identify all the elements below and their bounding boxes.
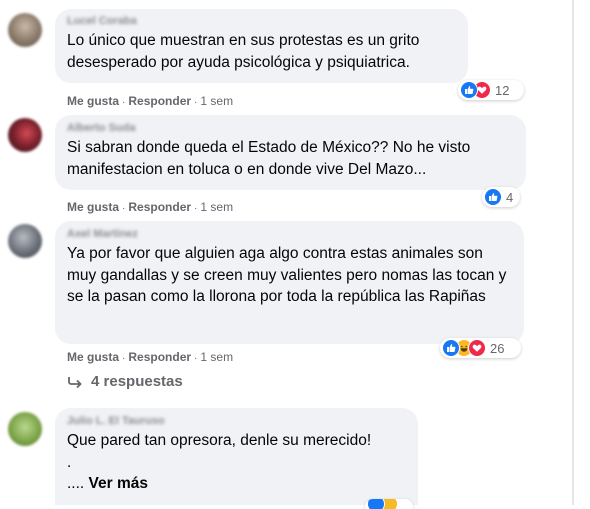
like-icon bbox=[484, 188, 502, 206]
reply-link[interactable]: Responder bbox=[128, 94, 191, 108]
reply-arrow-icon bbox=[68, 376, 82, 388]
reply-link[interactable]: Responder bbox=[128, 350, 191, 364]
love-icon bbox=[468, 339, 486, 357]
like-icon bbox=[367, 499, 385, 509]
reactions-summary[interactable]: 4 bbox=[482, 187, 520, 207]
avatar[interactable] bbox=[8, 13, 42, 47]
separator-dot: · bbox=[194, 97, 198, 108]
ellipsis-text: .... bbox=[67, 475, 85, 492]
reactions-summary[interactable]: 26 bbox=[440, 338, 521, 358]
replies-count-label: 4 respuestas bbox=[91, 373, 183, 390]
reactions-summary[interactable] bbox=[365, 499, 413, 509]
separator-dot: · bbox=[194, 203, 198, 214]
avatar[interactable] bbox=[8, 412, 42, 446]
comment-author[interactable]: Axel Martinez bbox=[67, 228, 512, 241]
like-link[interactable]: Me gusta bbox=[67, 350, 119, 364]
like-link[interactable]: Me gusta bbox=[67, 94, 119, 108]
see-more-link[interactable]: Ver más bbox=[89, 475, 148, 492]
comment-author[interactable]: Alberto Suda bbox=[67, 122, 514, 135]
timestamp[interactable]: 1 sem bbox=[200, 350, 233, 364]
comment-bubble: Axel Martinez Ya por favor que alguien a… bbox=[55, 221, 524, 344]
like-icon bbox=[460, 81, 478, 99]
separator-dot: · bbox=[194, 353, 198, 364]
separator-dot: · bbox=[122, 203, 126, 214]
comment-actions: Me gusta · Responder · 1 sem bbox=[67, 350, 233, 364]
comment-author[interactable]: Julio L. El Tauruso bbox=[67, 415, 406, 428]
comment-text-line: Que pared tan opresora, denle su merecid… bbox=[67, 432, 372, 449]
avatar[interactable] bbox=[8, 224, 42, 258]
comment-author[interactable]: Lucel Coraba bbox=[67, 15, 456, 28]
comment-text: Lo único que muestran en sus protestas e… bbox=[67, 32, 420, 71]
comment-bubble: Lucel Coraba Lo único que muestran en su… bbox=[55, 9, 468, 83]
separator-dot: · bbox=[122, 353, 126, 364]
comment-text: Si sabran donde queda el Estado de Méxic… bbox=[67, 139, 471, 178]
reaction-count: 4 bbox=[506, 189, 514, 205]
separator-dot: · bbox=[122, 97, 126, 108]
comment-actions: Me gusta · Responder · 1 sem bbox=[67, 94, 233, 108]
comment-text-line: . bbox=[67, 453, 72, 471]
view-replies-link[interactable]: 4 respuestas bbox=[67, 373, 183, 390]
comment-bubble: Julio L. El Tauruso Que pared tan opreso… bbox=[55, 408, 418, 505]
like-icon bbox=[442, 339, 460, 357]
reactions-summary[interactable]: 12 bbox=[458, 80, 524, 100]
reaction-count: 26 bbox=[490, 340, 505, 356]
avatar[interactable] bbox=[8, 118, 42, 152]
comment-text-line: .... Ver más bbox=[67, 473, 406, 495]
timestamp[interactable]: 1 sem bbox=[200, 94, 233, 108]
reaction-count: 12 bbox=[495, 82, 510, 98]
comment-bubble: Alberto Suda Si sabran donde queda el Es… bbox=[55, 115, 526, 190]
comment-text: Ya por favor que alguien aga algo contra… bbox=[67, 245, 507, 305]
like-link[interactable]: Me gusta bbox=[67, 200, 119, 214]
scrollbar[interactable] bbox=[572, 0, 574, 505]
comment-actions: Me gusta · Responder · 1 sem bbox=[67, 200, 233, 214]
timestamp[interactable]: 1 sem bbox=[200, 200, 233, 214]
reply-link[interactable]: Responder bbox=[128, 200, 191, 214]
